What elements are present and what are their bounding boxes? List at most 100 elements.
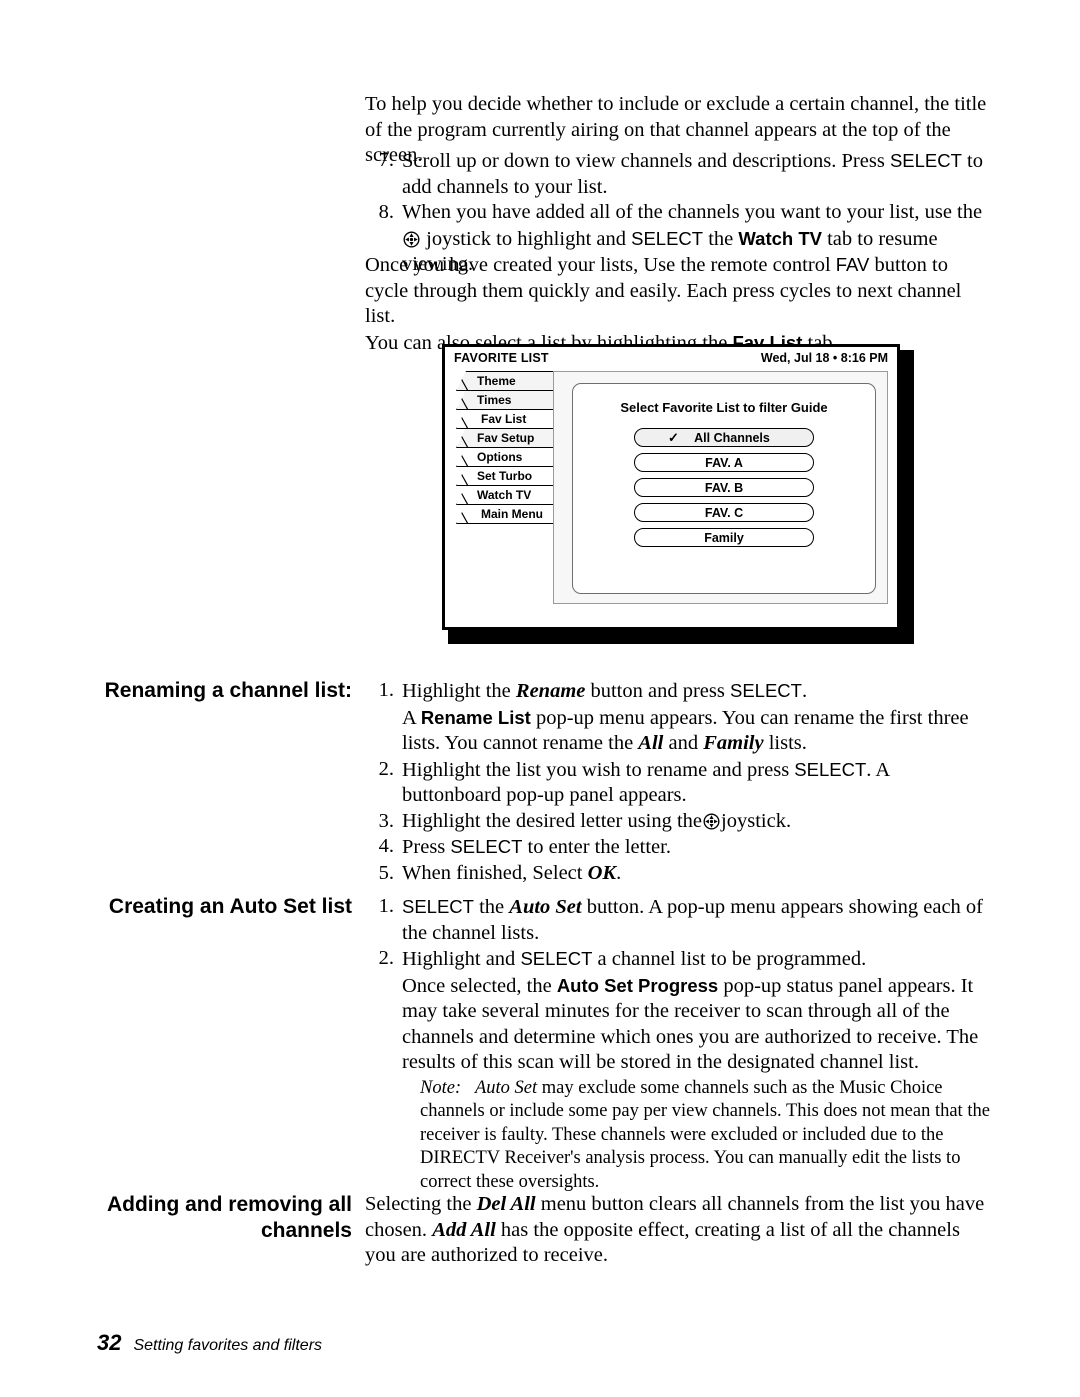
button-label: FAV. C — [704, 505, 744, 520]
tab-label: Fav List — [481, 412, 527, 426]
list-item: 1. Highlight the Rename button and press… — [365, 678, 993, 757]
footer-title: Setting favorites and filters — [133, 1337, 323, 1354]
tab-fav-list[interactable]: Fav List — [456, 409, 554, 429]
button-fav-a[interactable]: FAV. A — [634, 453, 814, 472]
section-heading-line1: Adding and removing all — [106, 1193, 352, 1216]
r4-text-a: Press — [402, 836, 451, 858]
list-item: 7. Scroll up or down to view channels an… — [365, 148, 993, 200]
button-label: FAV. A — [705, 455, 743, 470]
r1-text-b: button and press — [585, 680, 730, 702]
tv-frame: FAVORITE LIST Wed, Jul 18 • 8:16 PM Them… — [442, 344, 900, 630]
step8-text-b: joystick to highlight and — [421, 227, 632, 250]
a2-text-a: Highlight and — [402, 948, 521, 970]
list-item-number: 4. — [378, 835, 394, 857]
step7-text-a: Scroll up or down to view channels and d… — [402, 150, 890, 172]
section-heading-text: Creating an Auto Set list — [108, 895, 352, 918]
ar-italic-del-all: Del All — [476, 1193, 536, 1215]
r3-text-b: joystick. — [721, 809, 792, 832]
button-family[interactable]: Family — [634, 528, 814, 547]
r4-keyword: SELECT — [450, 836, 523, 857]
step7-keyword: SELECT — [889, 150, 962, 171]
tab-notch-icon — [457, 448, 470, 467]
button-fav-b[interactable]: FAV. B — [634, 478, 814, 497]
tv-content-panel: Select Favorite List to filter Guide ✓ A… — [553, 371, 888, 604]
button-label: FAV. B — [704, 480, 744, 495]
tab-set-turbo[interactable]: Set Turbo — [456, 466, 554, 486]
r2-text-a: Highlight the list you wish to rename an… — [402, 758, 795, 781]
adding-removing-paragraph: Selecting the Del All menu button clears… — [365, 1192, 993, 1269]
note-label: Note: — [420, 1077, 462, 1098]
r1-sub-d: lists. — [763, 732, 807, 754]
button-fav-c[interactable]: FAV. C — [634, 503, 814, 522]
button-all-channels[interactable]: ✓ All Channels — [634, 428, 814, 447]
tab-fav-setup[interactable]: Fav Setup — [456, 428, 554, 448]
tab-notch-icon — [457, 410, 470, 429]
tab-main-menu[interactable]: Main Menu — [456, 504, 554, 524]
r5-italic-ok: OK — [587, 861, 617, 884]
section-heading-auto-set: Creating an Auto Set list — [60, 894, 352, 920]
list-item: 2. Highlight the list you wish to rename… — [365, 757, 993, 809]
r1-sub-a: A — [402, 706, 421, 729]
tab-label: Options — [477, 450, 523, 464]
r1-text-c: . — [801, 680, 808, 702]
list-item-number: 1. — [378, 895, 394, 917]
ar-text-a: Selecting the — [365, 1193, 477, 1215]
a1-italic-auto-set: Auto Set — [509, 896, 582, 918]
tv-inner-panel: Select Favorite List to filter Guide ✓ A… — [572, 383, 876, 594]
r1-sub-keyword: Rename List — [420, 706, 531, 728]
note-italic-auto-set: Auto Set — [474, 1077, 538, 1098]
section-heading-text: Renaming a channel list: — [104, 679, 352, 702]
a1-keyword: SELECT — [402, 896, 474, 917]
joystick-icon — [403, 230, 420, 247]
r1-keyword: SELECT — [729, 680, 802, 701]
tab-notch-icon — [457, 372, 470, 391]
r3-text-a: Highlight the desired letter using the — [402, 809, 703, 832]
tab-label: Fav Setup — [477, 431, 535, 445]
tab-label: Theme — [477, 374, 516, 388]
tab-watch-tv[interactable]: Watch TV — [456, 485, 554, 505]
a2-keyword: SELECT — [520, 948, 593, 969]
auto-set-steps-list: 1. SELECT the Auto Set button. A pop-up … — [365, 894, 993, 1194]
tv-tab-strip: Theme Times Fav List Fav Setup Options S… — [456, 371, 554, 524]
section-heading-renaming: Renaming a channel list: — [60, 678, 352, 704]
a2-sub-keyword: Auto Set Progress — [556, 974, 719, 996]
step8-text-a: When you have added all of the channels … — [402, 201, 983, 223]
tab-label: Set Turbo — [477, 469, 533, 483]
tab-notch-icon — [457, 505, 470, 524]
tv-screen-diagram: FAVORITE LIST Wed, Jul 18 • 8:16 PM Them… — [442, 344, 914, 644]
step8-text-c: the — [703, 227, 739, 250]
step8-keyword: SELECT — [631, 227, 704, 249]
r2-keyword: SELECT — [794, 758, 867, 780]
button-label: All Channels — [694, 430, 770, 445]
list-item: 1. SELECT the Auto Set button. A pop-up … — [365, 894, 993, 946]
tv-clock: Wed, Jul 18 • 8:16 PM — [760, 351, 888, 365]
tab-label: Main Menu — [481, 507, 543, 521]
list-item-number: 7. — [378, 149, 394, 171]
list-item-number: 8. — [378, 201, 394, 223]
tv-header-bar: FAVORITE LIST Wed, Jul 18 • 8:16 PM — [445, 347, 897, 369]
fav-para-keyword-fav: FAV — [835, 254, 870, 275]
a1-text-a: the — [473, 896, 510, 918]
tab-times[interactable]: Times — [456, 390, 554, 410]
joystick-icon — [703, 812, 720, 829]
tab-notch-icon — [457, 467, 470, 486]
page-number: 32 — [97, 1330, 122, 1355]
list-item: 2. Highlight and SELECT a channel list t… — [365, 946, 993, 1194]
list-item-number: 5. — [378, 861, 394, 884]
tab-options[interactable]: Options — [456, 447, 554, 467]
tab-theme[interactable]: Theme — [456, 371, 554, 391]
list-item: 3. Highlight the desired letter using th… — [365, 809, 993, 835]
r5-text-b: . — [616, 861, 622, 884]
tab-notch-icon — [457, 429, 470, 448]
a2-text-b: a channel list to be programmed. — [592, 948, 867, 970]
list-item: 5. When finished, Select OK. — [365, 861, 993, 887]
step8-keyword-watch-tv: Watch TV — [738, 227, 822, 249]
fav-list-paragraph: Once you have created your lists, Use th… — [365, 252, 993, 356]
a2-sub-a: Once selected, the — [402, 974, 557, 997]
checkmark-icon: ✓ — [668, 429, 679, 445]
r1-italic-rename: Rename — [515, 680, 586, 702]
r5-text-a: When finished, Select — [402, 861, 588, 884]
panel-title: Select Favorite List to filter Guide — [620, 400, 828, 415]
r1-sub-italic-all: All — [638, 732, 664, 754]
tab-label: Times — [477, 393, 512, 407]
